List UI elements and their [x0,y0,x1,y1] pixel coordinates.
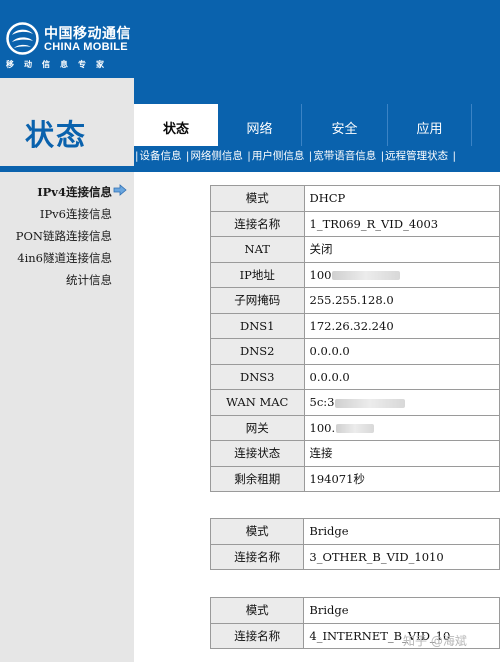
tab-network[interactable]: 网络 [218,104,302,146]
redacted-blur [335,398,406,408]
table-row: 连接状态 连接 [210,440,500,467]
sidebar-item-stats[interactable]: 统计信息 [66,272,112,288]
row-key: NAT [210,236,305,263]
wan-connection-table-1: 模式 DHCP 连接名称 1_TR069_R_VID_4003 NAT 关闭 IP地址… [210,185,500,492]
top-header: 中国移动通信 CHINA MOBILE 移动信息专家 [0,0,500,75]
tab-security[interactable]: 安全 [302,104,388,146]
row-key: 剩余租期 [210,465,305,492]
table-row: DNS2 0.0.0.0 [210,338,500,365]
redacted-blur [336,424,375,434]
row-key: 模式 [209,597,305,624]
row-value: 194071秒 [303,465,500,492]
row-key: 网关 [210,414,305,441]
ip-address-value: 100 [309,267,332,282]
row-value: 0.0.0.0 [303,363,500,390]
row-value-gateway: 100. [303,414,500,441]
row-value: 连接 [303,440,500,467]
row-value: 172.26.32.240 [303,312,500,339]
subnav-user-info[interactable]: 用户侧信息 [252,150,305,162]
table-row: 连接名称 3_OTHER_B_VID_1010 [209,543,500,570]
subnav-remote-mgmt[interactable]: 远程管理状态 [385,150,448,162]
row-key: 连接状态 [210,440,305,467]
table-row: 模式 DHCP [210,185,500,212]
subnav-voice-info[interactable]: 宽带语音信息 [313,150,376,162]
sidebar-item-pon[interactable]: PON链路连接信息 [16,228,112,244]
row-key: DNS1 [210,312,305,339]
row-key: 连接名称 [210,210,305,237]
sidebar-item-ipv6[interactable]: IPv6连接信息 [40,206,112,222]
row-key: IP地址 [210,261,305,288]
row-key: 模式 [210,185,305,212]
row-value: Bridge [303,597,500,624]
china-mobile-logo-icon [6,22,39,55]
row-value: 4_INTERNET_B_VID_10 [303,622,500,649]
table-row: 剩余租期 194071秒 [210,465,500,492]
row-value: Bridge [303,518,500,545]
row-value: 3_OTHER_B_VID_1010 [303,543,500,570]
table-row: 子网掩码 255.255.128.0 [210,287,500,314]
table-row: 模式 Bridge [209,597,500,624]
row-key: 模式 [209,518,305,545]
row-key: WAN MAC [210,389,305,416]
row-value: DHCP [303,185,500,212]
table-row: 模式 Bridge [209,518,500,545]
brand-slogan: 移动信息专家 [6,60,114,69]
table-row: NAT 关闭 [210,236,500,263]
row-key: 连接名称 [209,543,305,570]
table-row: 连接名称 1_TR069_R_VID_4003 [210,210,500,237]
brand-name-cn: 中国移动通信 [44,26,131,42]
sidebar-item-ipv4[interactable]: IPv4连接信息 [37,184,112,200]
table-row: IP地址 100 [210,261,500,288]
wan-mac-value: 5c:3 [309,395,335,410]
row-key: 子网掩码 [210,287,305,314]
gateway-value: 100. [309,420,336,435]
subnav-device-info[interactable]: 设备信息 [140,150,182,162]
wan-connection-table-2: 模式 Bridge 连接名称 3_OTHER_B_VID_1010 [209,518,500,570]
subnav-network-info[interactable]: 网络侧信息 [190,150,243,162]
arrow-right-icon [113,184,127,196]
table-row: DNS1 172.26.32.240 [210,312,500,339]
row-value: 关闭 [303,236,500,263]
tab-application[interactable]: 应用 [388,104,472,146]
table-row: WAN MAC 5c:3 [210,389,500,416]
row-value-mac: 5c:3 [303,389,500,416]
main-tabs: 状态 网络 安全 应用 [134,104,500,146]
table-row: 网关 100. [210,414,500,441]
sidebar: IPv4连接信息 IPv6连接信息 PON链路连接信息 4in6隧道连接信息 统… [0,172,134,662]
redacted-blur [332,271,401,281]
tab-status[interactable]: 状态 [134,104,218,146]
page-title: 状态 [25,118,88,152]
sub-nav: |设备信息 |网络侧信息 |用户侧信息 |宽带语音信息 |远程管理状态 | [134,146,500,166]
row-key: 连接名称 [209,622,305,649]
row-value: 0.0.0.0 [303,338,500,365]
row-value-ip: 100 [303,261,500,288]
watermark: 知乎 @海斌 [403,634,467,648]
row-value: 1_TR069_R_VID_4003 [303,210,500,237]
row-key: DNS3 [210,363,305,390]
row-value: 255.255.128.0 [303,287,500,314]
china-mobile-logo: 中国移动通信 CHINA MOBILE 移动信息专家 [4,22,134,72]
brand-name-en: CHINA MOBILE [44,41,128,53]
row-key: DNS2 [210,338,305,365]
sidebar-item-4in6[interactable]: 4in6隧道连接信息 [17,250,112,266]
table-row: DNS3 0.0.0.0 [210,363,500,390]
